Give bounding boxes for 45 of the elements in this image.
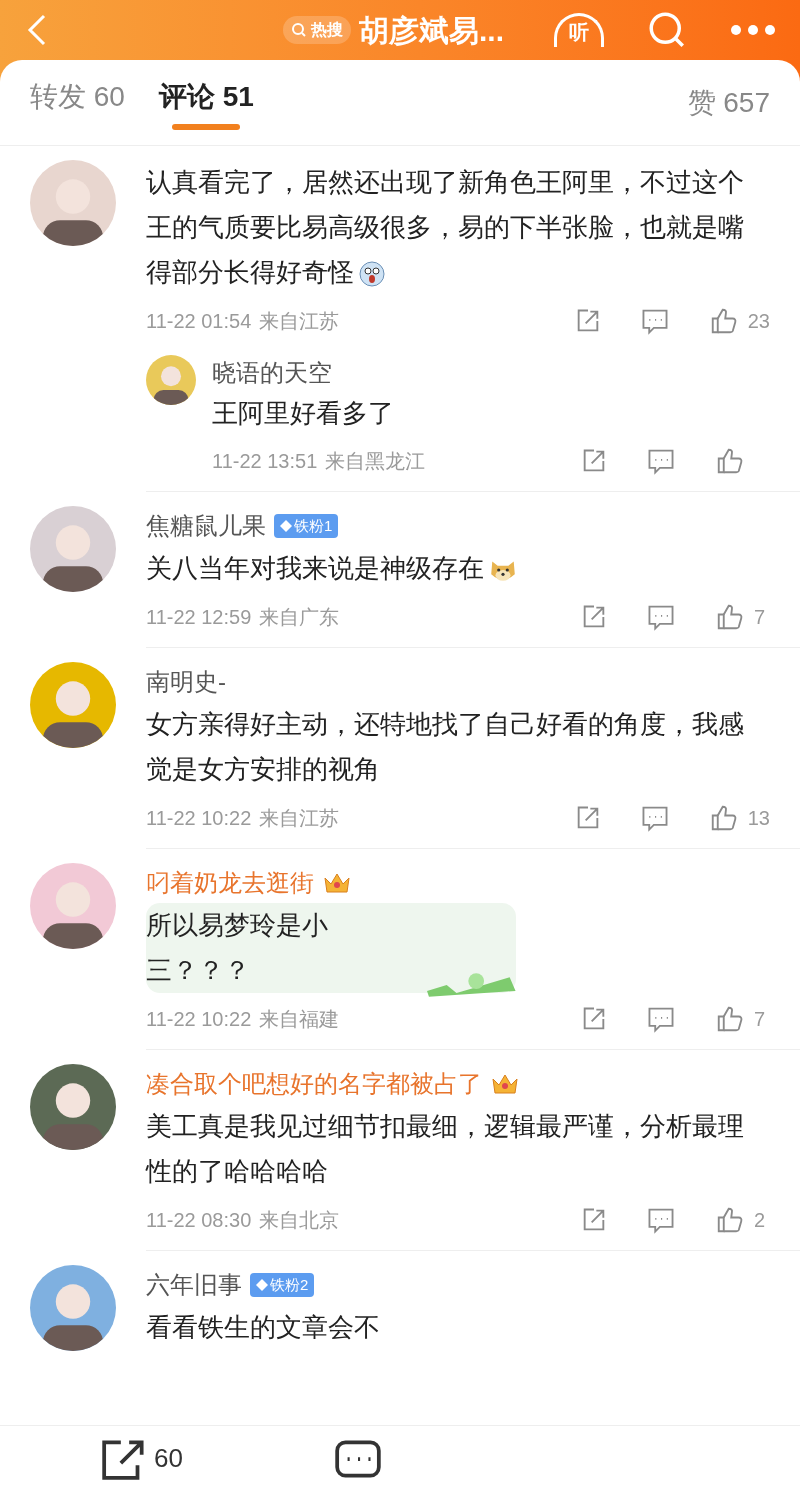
likes-total[interactable]: 赞 657 [687,81,770,124]
comment-text: 认真看完了，居然还出现了新角色王阿里，不过这个王的气质要比易高级很多，易的下半张脸，也就是嘴得部分长得好奇怪 [146,166,745,291]
page-title: 胡彦斌易... [359,12,504,49]
comment-text: 美工真是我见过细节扣最细，逻辑最严谨，分析最理性的了哈哈哈哈 [146,1110,745,1188]
like-count: 7 [754,605,766,630]
like-count: 7 [754,1007,766,1032]
comment-location: 来自福建 [259,1007,340,1032]
hot-search-tag[interactable]: 热搜 [283,16,351,44]
comment-location: 来自北京 [259,1208,340,1233]
like-count: 23 [747,309,770,334]
fan-badge: 铁粉1 [274,513,339,539]
comment-time: 11-22 10:22 [146,1007,252,1032]
user-name[interactable]: 南明史- [146,664,226,700]
comment-icon[interactable] [332,1437,383,1480]
like-count: 2 [754,1208,766,1233]
comment-time: 11-22 12:59 [146,605,252,630]
user-name[interactable]: 凑合取个吧想好的名字都被占了 [146,1066,482,1102]
user-name[interactable]: 六年旧事 [146,1267,242,1303]
search-icon [291,22,307,38]
fan-badge: 铁粉2 [250,1272,315,1298]
comment-text: 关八当年对我来说是神级存在 [146,546,755,591]
repost-count: 60 [154,1442,183,1475]
avatar[interactable] [146,355,196,405]
comment-time: 11-22 10:22 [146,806,252,831]
user-name[interactable]: 焦糖鼠儿果 [146,508,266,544]
comment-time: 11-22 13:51 [212,449,318,474]
comment-text: 女方亲得好主动，还特地找了自己好看的角度，我感觉是女方安排的视角 [146,708,745,786]
comment-text: 看看铁生的文章会不 [146,1311,381,1344]
comment-time: 11-22 08:30 [146,1208,252,1233]
tab[interactable]: 转发 60 [30,67,125,138]
comment-text: 所以易梦玲是小三？？？ [146,909,329,987]
tab[interactable]: 评论 51 [158,67,254,138]
comment-location: 来自江苏 [259,309,340,334]
more-icon[interactable] [730,24,776,36]
diamond-icon [280,520,292,532]
comment-location: 来自黑龙江 [325,449,426,474]
diamond-icon [256,1279,268,1291]
user-name[interactable]: 叼着奶龙去逛街 [146,865,314,901]
listen-button[interactable]: 听 [554,13,604,47]
comment-time: 11-22 01:54 [146,309,252,334]
comment-location: 来自江苏 [259,806,340,831]
reply-text: 王阿里好看多了 [212,397,395,430]
comment-location: 来自广东 [259,605,340,630]
user-name[interactable]: 晓语的天空 [212,355,800,389]
like-count: 13 [747,806,770,831]
